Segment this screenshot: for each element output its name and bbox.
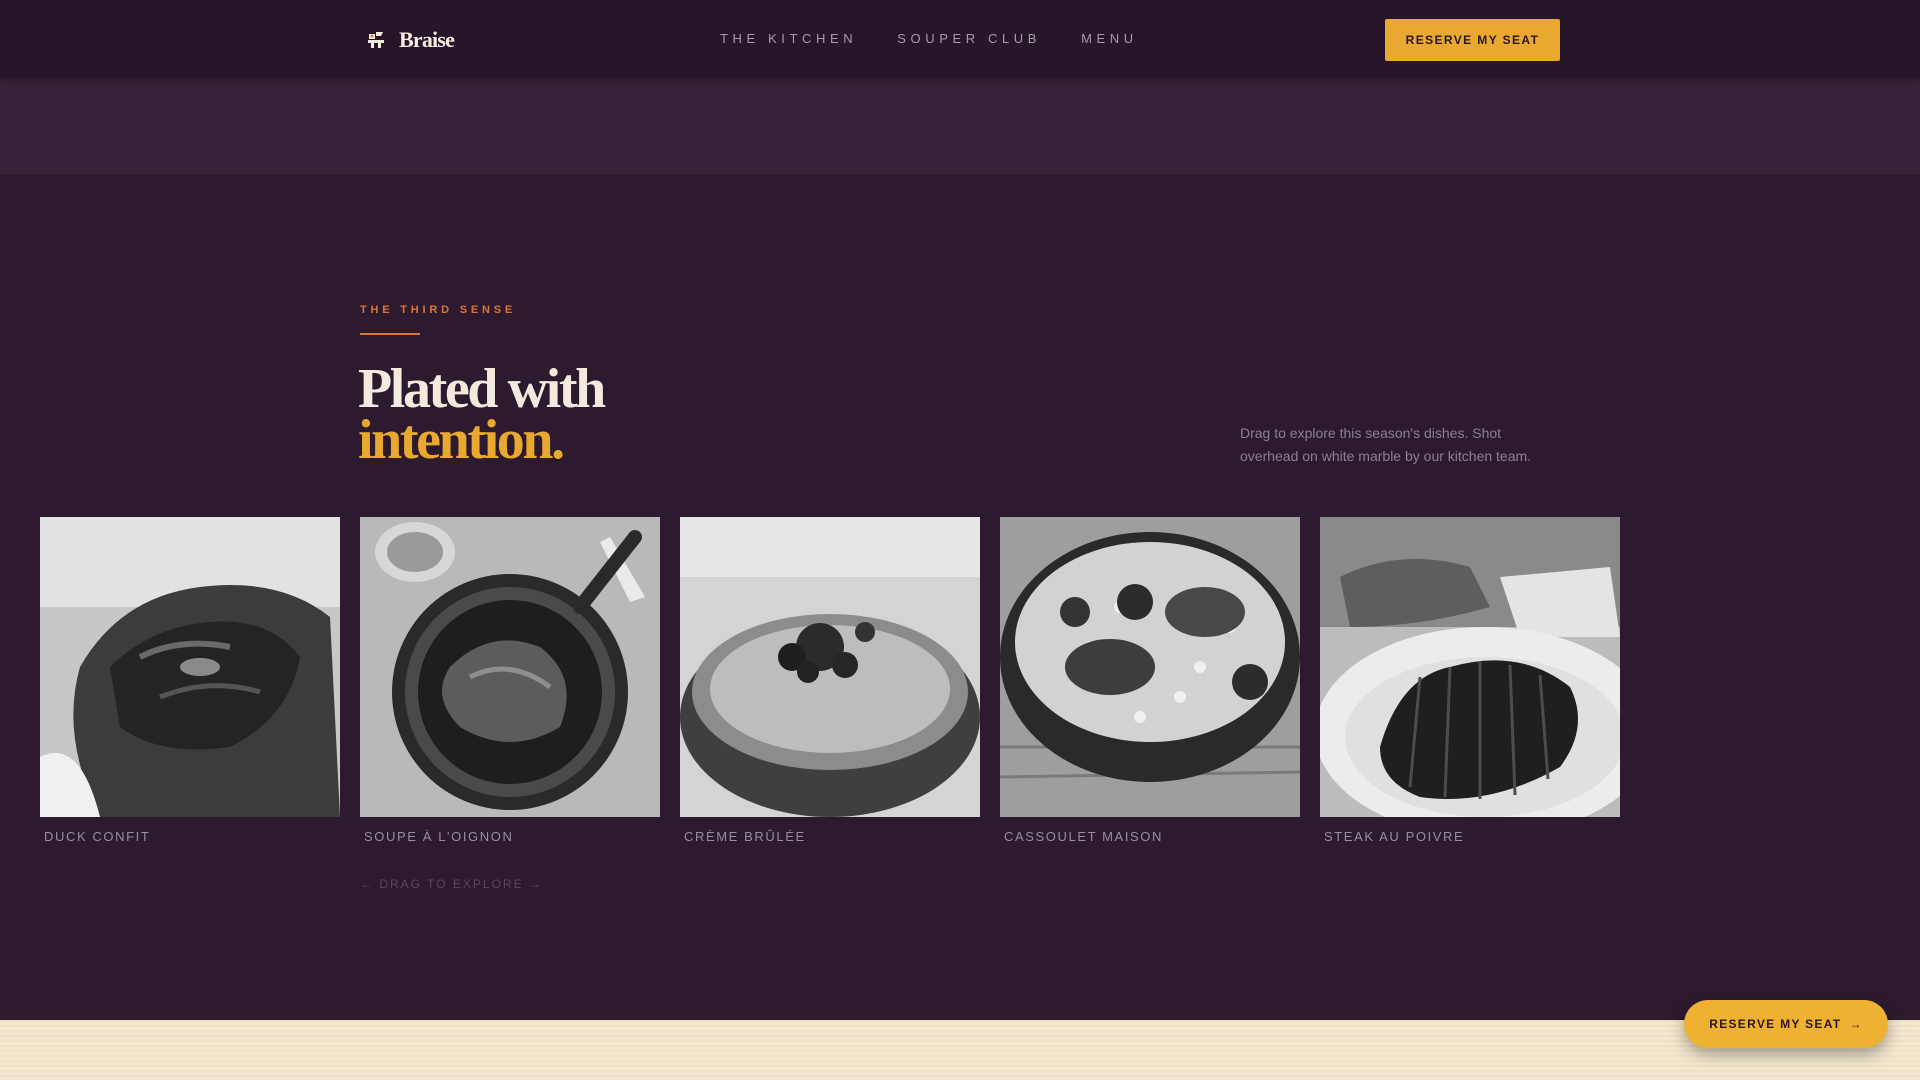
headline-line-1: Plated with (358, 358, 606, 420)
section-headline: Plated with intention. (358, 358, 606, 471)
nav-links: THE KITCHEN SOUPER CLUB MENU (720, 31, 1138, 46)
dish-photo-soupe-oignon (360, 517, 660, 817)
dish-label: CRÈME BRÛLÉE (684, 829, 806, 844)
brand-name: Braise (399, 27, 455, 52)
dish-photo-cassoulet (1000, 517, 1300, 817)
dish-label: SOUPE À L'OIGNON (364, 829, 514, 844)
header-band (0, 78, 1920, 174)
reserve-seat-button[interactable]: RESERVE MY SEAT (1385, 19, 1560, 61)
section-eyebrow: THE THIRD SENSE (360, 304, 517, 316)
dish-card-duck-confit[interactable]: DUCK CONFIT (40, 517, 340, 844)
nav-link-the-kitchen[interactable]: THE KITCHEN (720, 31, 857, 46)
section-blurb: Drag to explore this season's dishes. Sh… (1240, 425, 1532, 464)
dishes-section: THE THIRD SENSE Plated with intention. D… (0, 174, 1920, 1020)
dish-photo-creme-brulee (680, 517, 980, 817)
dish-label: CASSOULET MAISON (1004, 829, 1164, 844)
dish-card-cassoulet[interactable]: CASSOULET MAISON (1000, 517, 1300, 844)
dish-card-creme-brulee[interactable]: CRÈME BRÛLÉE (680, 517, 980, 844)
nav-link-menu[interactable]: MENU (1081, 31, 1138, 46)
dish-carousel[interactable]: DUCK CONFIT SOUPE À L'OIGNON CRÈME BRÛLÉ… (40, 517, 1920, 857)
top-nav: Braise THE KITCHEN SOUPER CLUB MENU RESE… (0, 0, 1920, 78)
floating-reserve-label: RESERVE MY SEAT (1709, 1017, 1842, 1031)
dish-label: STEAK AU POIVRE (1324, 829, 1465, 844)
nav-link-souper-club[interactable]: SOUPER CLUB (897, 31, 1041, 46)
dish-card-soupe-oignon[interactable]: SOUPE À L'OIGNON (360, 517, 660, 844)
dish-label: DUCK CONFIT (44, 829, 151, 844)
arrow-right-icon: → (1849, 1017, 1863, 1031)
brand-logo[interactable]: Braise (365, 27, 455, 53)
drag-hint: ← DRAG TO EXPLORE → (360, 877, 543, 891)
cream-section (0, 1020, 1920, 1080)
headline-line-2: intention. (358, 409, 565, 471)
chef-hat-icon (368, 32, 384, 48)
dish-card-steak-poivre[interactable]: STEAK AU POIVRE (1320, 517, 1620, 844)
dish-photo-steak-poivre (1320, 517, 1620, 817)
floating-reserve-button[interactable]: RESERVE MY SEAT → (1684, 1000, 1888, 1048)
eyebrow-divider (360, 333, 420, 335)
dish-photo-duck-confit (40, 517, 340, 817)
